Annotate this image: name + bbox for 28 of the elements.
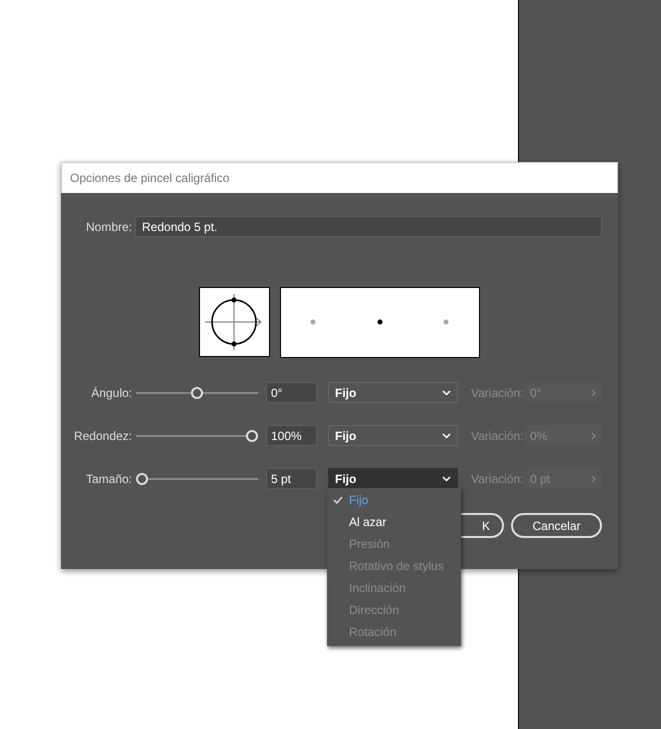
brush-shape-drawing[interactable] (199, 287, 270, 357)
name-field[interactable]: Redondo 5 pt. (135, 216, 602, 237)
slider-thumb[interactable] (136, 472, 148, 484)
value-field[interactable]: 100% (266, 425, 317, 446)
value-field[interactable]: 5 pt (266, 468, 317, 489)
chevron-right-icon (591, 432, 596, 440)
chevron-right-icon (591, 388, 596, 396)
mode-dropdown[interactable]: Fijo (328, 382, 458, 403)
chevron-right-icon (591, 474, 596, 482)
field-label: Variación: (471, 386, 524, 400)
slider-thumb[interactable] (246, 430, 258, 442)
field-label: Variación: (471, 472, 524, 486)
window-title: Opciones de pincel caligráfico (70, 171, 230, 185)
slider-thumb[interactable] (191, 386, 203, 398)
chevron-down-icon (442, 476, 451, 482)
cancel-button[interactable]: Cancelar (511, 513, 602, 538)
value-field[interactable]: 0° (266, 382, 317, 403)
field-label: Variación: (471, 428, 524, 442)
field-label: Nombre: (84, 220, 132, 234)
mode-dropdown[interactable]: Fijo (328, 468, 458, 489)
field-label: Redondez: (72, 428, 132, 442)
chevron-down-icon (442, 390, 451, 396)
chevron-down-icon (442, 432, 451, 438)
check-icon (333, 496, 343, 504)
menu-item[interactable]: Al azar (327, 511, 461, 533)
mode-dropdown[interactable]: Fijo (328, 425, 458, 446)
field-label: Tamaño: (84, 472, 132, 486)
field-label: Ángulo: (90, 386, 132, 400)
